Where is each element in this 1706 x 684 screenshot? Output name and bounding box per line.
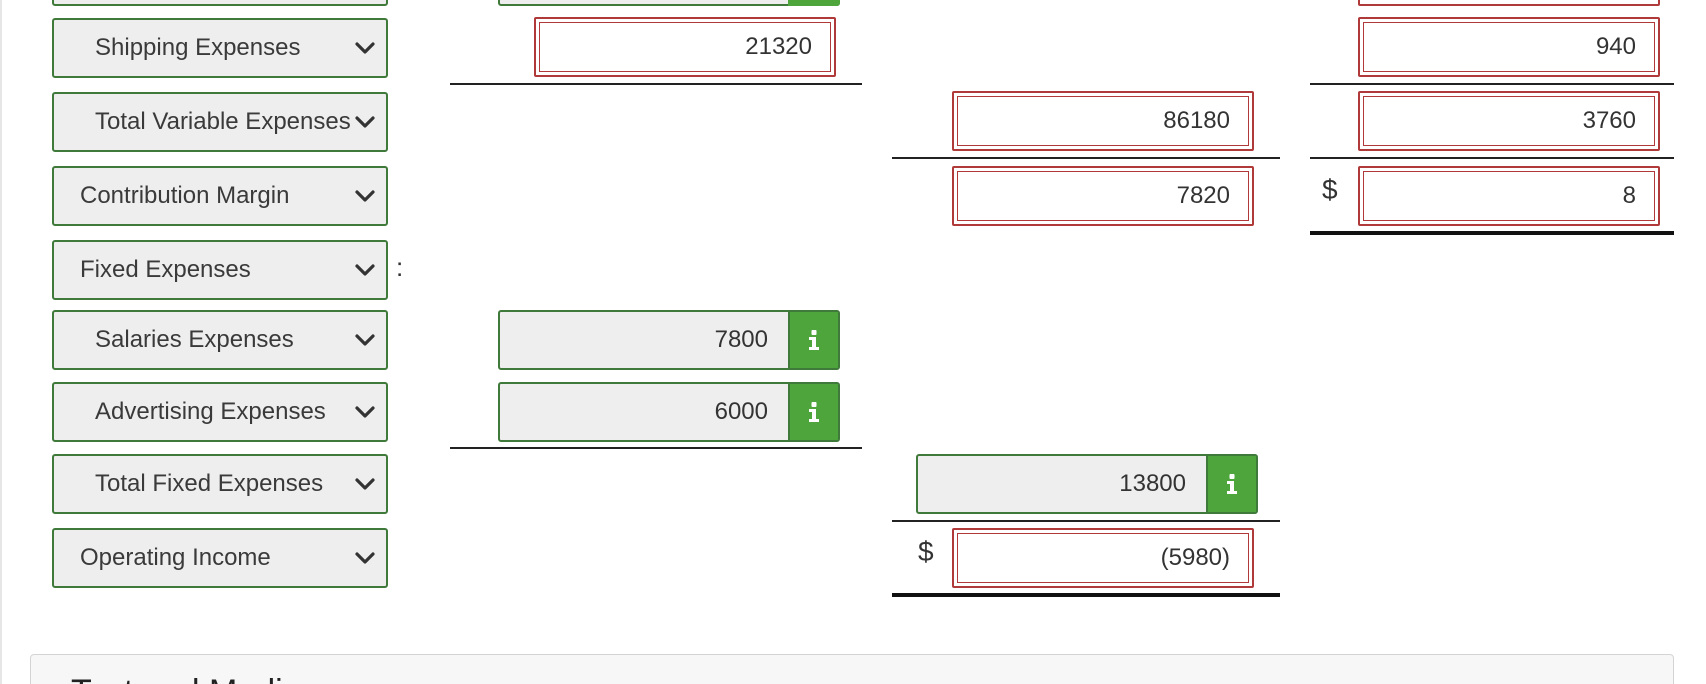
advertising-expenses-select[interactable]: Advertising Expenses	[52, 382, 388, 442]
total-fixed-expenses-select[interactable]: Total Fixed Expenses	[52, 454, 388, 514]
select-label: Contribution Margin	[80, 182, 290, 209]
total-fixed-expenses-amount[interactable]: 13800	[918, 456, 1206, 512]
chevron-down-icon	[350, 255, 380, 285]
select-label: Operating Income	[80, 544, 271, 571]
text-and-media-panel: Text and Media	[30, 654, 1674, 684]
chevron-down-icon	[350, 181, 380, 211]
advertising-expenses-field[interactable]: 6000	[498, 382, 840, 442]
underline	[1310, 157, 1674, 159]
underline	[892, 520, 1280, 522]
select-label: Fixed Expenses	[80, 256, 251, 283]
double-underline	[1310, 231, 1674, 235]
operating-income-amount[interactable]: (5980)	[952, 528, 1254, 588]
total-fixed-expenses-field[interactable]: 13800	[916, 454, 1258, 514]
salaries-expenses-field[interactable]: 7800	[498, 310, 840, 370]
chevron-down-icon	[350, 33, 380, 63]
select-label: Total Fixed Expenses	[95, 470, 324, 497]
underline	[1310, 83, 1674, 85]
select-label: Salaries Expenses	[95, 326, 294, 353]
info-icon[interactable]	[788, 384, 838, 440]
colon: :	[396, 252, 404, 282]
select-label: Total Variable Expenses	[95, 108, 350, 135]
salaries-expenses-amount[interactable]: 7800	[500, 312, 788, 368]
page-edge	[0, 0, 2, 684]
cropped-select[interactable]	[52, 0, 388, 6]
underline	[892, 157, 1280, 159]
chevron-down-icon	[350, 469, 380, 499]
select-label: Advertising Expenses	[95, 398, 326, 425]
chevron-down-icon	[350, 397, 380, 427]
fixed-expenses-select[interactable]: Fixed Expenses	[52, 240, 388, 300]
info-icon[interactable]	[788, 312, 838, 368]
contribution-margin-select[interactable]: Contribution Margin	[52, 166, 388, 226]
chevron-down-icon	[350, 107, 380, 137]
underline	[450, 83, 862, 85]
total-variable-expenses-amount[interactable]: 86180	[952, 91, 1254, 151]
shipping-expenses-per-unit[interactable]: 940	[1358, 17, 1660, 77]
contribution-margin-amount[interactable]: 7820	[952, 166, 1254, 226]
salaries-expenses-select[interactable]: Salaries Expenses	[52, 310, 388, 370]
dollar-sign: $	[918, 536, 934, 567]
chevron-down-icon	[350, 325, 380, 355]
shipping-expenses-select[interactable]: Shipping Expenses	[52, 18, 388, 78]
operating-income-select[interactable]: Operating Income	[52, 528, 388, 588]
cropped-info-button[interactable]	[788, 0, 840, 6]
total-variable-expenses-per-unit[interactable]: 3760	[1358, 91, 1660, 151]
contribution-margin-per-unit[interactable]: 8	[1358, 166, 1660, 226]
cropped-right-input[interactable]	[1358, 0, 1660, 6]
underline	[450, 447, 862, 449]
total-variable-expenses-select[interactable]: Total Variable Expenses	[52, 92, 388, 152]
dollar-sign: $	[1322, 174, 1338, 205]
double-underline	[892, 593, 1280, 597]
panel-title: Text and Media	[71, 673, 302, 684]
info-icon[interactable]	[1206, 456, 1256, 512]
chevron-down-icon	[350, 543, 380, 573]
advertising-expenses-amount[interactable]: 6000	[500, 384, 788, 440]
select-label: Shipping Expenses	[95, 34, 301, 61]
shipping-expenses-amount[interactable]: 21320	[534, 17, 836, 77]
